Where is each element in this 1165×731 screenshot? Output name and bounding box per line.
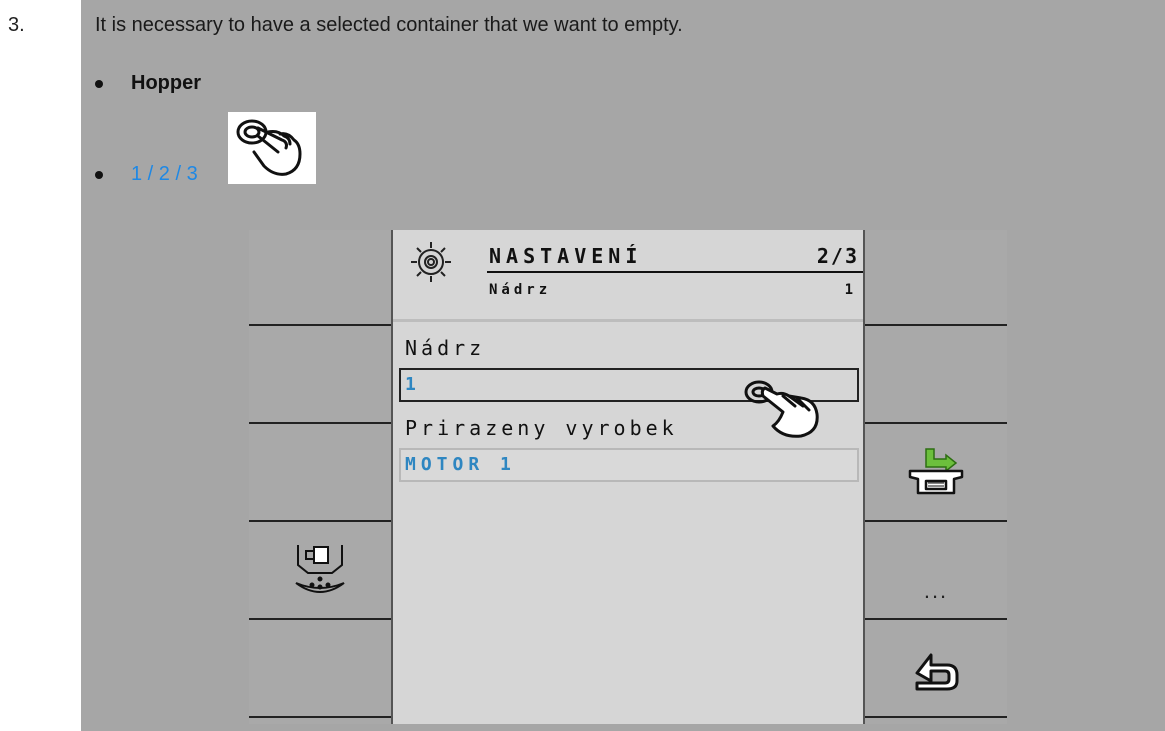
left-softkey-column	[249, 230, 391, 724]
page-indicator: 2/3	[816, 244, 859, 268]
screen-header: NASTAVENÍ 2/3 Nádrz 1	[393, 230, 863, 322]
empty-container-icon	[908, 448, 964, 495]
instruction-panel: It is necessary to have a selected conta…	[81, 0, 1165, 731]
bullet-label: Hopper	[131, 72, 201, 94]
bullet-label[interactable]: 1 / 2 / 3	[131, 163, 198, 185]
screen-title: NASTAVENÍ	[489, 244, 643, 268]
gear-icon	[411, 242, 451, 282]
terminal-display: NASTAVENÍ 2/3 Nádrz 1 Nádrz 1 Prirazeny …	[249, 230, 1007, 724]
field-label-container: Nádrz	[405, 336, 486, 360]
bullet-dot	[95, 79, 103, 88]
header-divider	[487, 271, 863, 273]
tap-hand-icon	[744, 380, 819, 438]
tap-hand-icon	[228, 112, 316, 184]
softkey-right-1[interactable]	[865, 230, 1007, 326]
terminal-screen: NASTAVENÍ 2/3 Nádrz 1 Nádrz 1 Prirazeny …	[391, 230, 865, 724]
more-label: ...	[923, 578, 949, 603]
softkey-empty-container[interactable]	[865, 426, 1007, 522]
softkey-right-2[interactable]	[865, 328, 1007, 424]
screen-subtitle: Nádrz	[489, 282, 552, 298]
dosing-unit-icon	[295, 545, 345, 593]
product-field: MOTOR 1	[399, 448, 859, 482]
bullet-dot	[95, 170, 103, 179]
softkey-left-1[interactable]	[249, 230, 391, 326]
back-icon	[915, 653, 959, 691]
bullet-container-selection[interactable]: 1 / 2 / 3	[95, 163, 198, 186]
screen-subtitle-value: 1	[844, 282, 853, 298]
softkey-back[interactable]	[865, 622, 1007, 718]
instruction-text: It is necessary to have a selected conta…	[95, 14, 683, 36]
softkey-more[interactable]: ...	[865, 524, 1007, 620]
field-label-product: Prirazeny vyrobek	[405, 416, 678, 440]
step-number: 3.	[8, 14, 25, 36]
softkey-left-5[interactable]	[249, 622, 391, 718]
bullet-hopper: Hopper	[95, 72, 201, 95]
right-softkey-column: ...	[865, 230, 1007, 724]
softkey-left-3[interactable]	[249, 426, 391, 522]
softkey-left-2[interactable]	[249, 328, 391, 424]
softkey-dosing-unit[interactable]	[249, 524, 391, 620]
